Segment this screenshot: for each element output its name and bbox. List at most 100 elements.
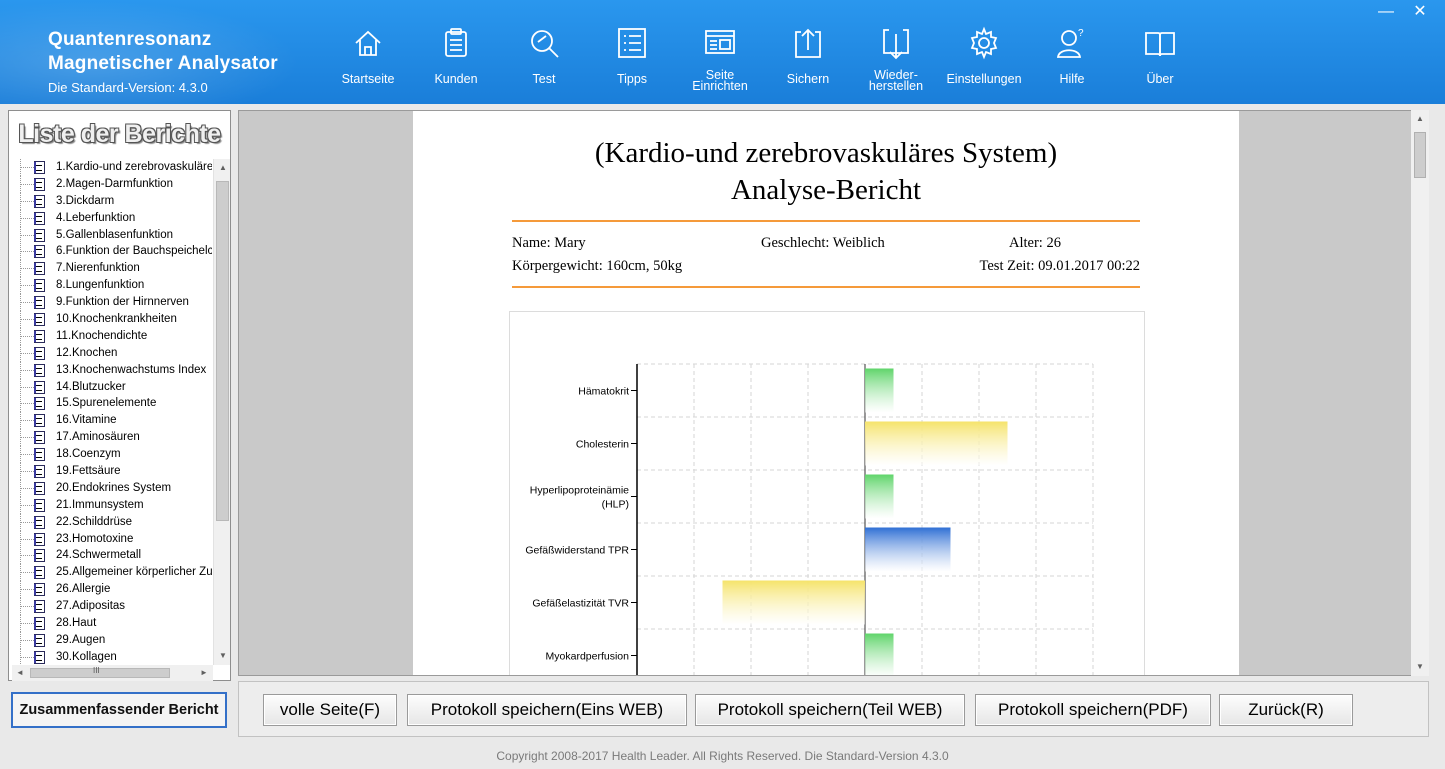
report-list-item[interactable]: 17.Aminosäuren (12, 429, 212, 447)
report-list-item[interactable]: 8.Lungenfunktion (12, 277, 212, 295)
scroll-down-arrow-icon[interactable]: ▼ (1416, 662, 1424, 671)
tree-line (20, 217, 34, 219)
report-list-item[interactable]: 6.Funktion der Bauchspeichelc (12, 243, 212, 261)
book-icon (1145, 32, 1175, 57)
save-pdf-button[interactable]: Protokoll speichern(PDF) (975, 694, 1211, 726)
bar (865, 368, 894, 413)
report-list-item[interactable]: 3.Dickdarm (12, 192, 212, 210)
report-list-item[interactable]: 30.Kollagen (12, 648, 212, 665)
category-label: Cholesterin (576, 439, 629, 451)
category-label: Hämatokrit (578, 386, 629, 398)
report-list-item[interactable]: 15.Spurenelemente (12, 395, 212, 413)
report-list-item[interactable]: 13.Knochenwachstums Index (12, 361, 212, 379)
report-list-item-label: 26.Allergie (56, 583, 111, 596)
nav-label: Seite Einrichten (692, 68, 748, 93)
report-list-item[interactable]: 28.Haut (12, 615, 212, 633)
tree-line (20, 437, 34, 439)
scroll-left-arrow-icon[interactable]: ◄ (16, 668, 24, 677)
tree-line (20, 352, 34, 354)
upload-icon (795, 28, 821, 58)
scroll-down-arrow-icon[interactable]: ▼ (219, 651, 227, 660)
document-icon (34, 346, 45, 360)
document-icon (34, 583, 45, 597)
report-list-item[interactable]: 20.Endokrines System (12, 479, 212, 497)
nav-einstellungen[interactable]: Einstellungen (940, 26, 1028, 100)
page-setup-icon (705, 30, 735, 54)
report-list-item-label: 29.Augen (56, 633, 106, 646)
nav-tipps[interactable]: Tipps (588, 26, 676, 100)
scroll-thumb[interactable]: III (30, 666, 170, 678)
save-part-web-button[interactable]: Protokoll speichern(Teil WEB) (695, 694, 965, 726)
tree-line (20, 386, 34, 388)
tree-line (20, 183, 34, 185)
tree-line (20, 623, 34, 625)
report-page: (Kardio-und zerebrovaskuläres System) An… (413, 111, 1239, 675)
nav-seite-einrichten[interactable]: Seite Einrichten (676, 26, 764, 100)
report-list-item[interactable]: 24.Schwermetall (12, 547, 212, 565)
scroll-up-arrow-icon[interactable]: ▲ (1416, 114, 1424, 123)
nav-label: Hilfe (1059, 72, 1085, 86)
report-list-item[interactable]: 18.Coenzym (12, 446, 212, 464)
report-list-item-label: 13.Knochenwachstums Index (56, 363, 207, 376)
bar (865, 474, 894, 519)
report-list-item[interactable]: 7.Nierenfunktion (12, 260, 212, 278)
report-list-item[interactable]: 14.Blutzucker (12, 378, 212, 396)
app-version: Die Standard-Version: 4.3.0 (48, 80, 208, 95)
category-label: (HLP) (602, 499, 629, 511)
summary-report-button[interactable]: Zusammenfassender Bericht (11, 692, 227, 728)
report-list-item[interactable]: 1.Kardio-und zerebrovaskuläres (12, 159, 212, 176)
report-list-item[interactable]: 25.Allgemeiner körperlicher Zus (12, 564, 212, 582)
nav-startseite[interactable]: Startseite (324, 26, 412, 100)
nav-label: Tipps (616, 72, 648, 86)
test-time: Test Zeit: 09.01.2017 00:22 (979, 258, 1140, 274)
category-label: Gefäßwiderstand TPR (525, 545, 629, 557)
document-icon (34, 279, 45, 293)
back-button[interactable]: Zurück(R) (1219, 694, 1353, 726)
scroll-thumb[interactable] (216, 181, 229, 521)
report-list-item[interactable]: 19.Fettsäure (12, 463, 212, 481)
document-icon (34, 650, 45, 664)
report-list-item[interactable]: 26.Allergie (12, 581, 212, 599)
nav-wiederherstellen[interactable]: Wieder- herstellen (852, 26, 940, 100)
report-vscrollbar[interactable]: ▲ ▼ (1411, 110, 1429, 676)
nav-label: Wieder- herstellen (868, 68, 924, 93)
close-button[interactable]: ✕ (1404, 0, 1436, 26)
divider-bottom (512, 286, 1140, 288)
document-icon (34, 448, 45, 462)
nav-hilfe[interactable]: ? Hilfe (1028, 26, 1116, 100)
bar (865, 527, 951, 572)
nav-sichern[interactable]: Sichern (764, 26, 852, 100)
report-list-vscrollbar[interactable]: ▲ ▼ (213, 159, 230, 665)
report-list-item[interactable]: 2.Magen-Darmfunktion (12, 175, 212, 193)
report-list-item[interactable]: 9.Funktion der Hirnnerven (12, 294, 212, 312)
scroll-right-arrow-icon[interactable]: ► (200, 668, 208, 677)
report-title: (Kardio-und zerebrovaskuläres System) An… (413, 135, 1239, 209)
report-toolbar: volle Seite(F) Protokoll speichern(Eins … (238, 681, 1429, 737)
nav-test[interactable]: Test (500, 26, 588, 100)
save-one-web-button[interactable]: Protokoll speichern(Eins WEB) (407, 694, 687, 726)
report-list-item-label: 21.Immunsystem (56, 498, 144, 511)
nav-kunden[interactable]: Kunden (412, 26, 500, 100)
nav-ueber[interactable]: Über (1116, 26, 1204, 100)
full-page-button[interactable]: volle Seite(F) (263, 694, 397, 726)
report-list-item[interactable]: 23.Homotoxine (12, 530, 212, 548)
nav-label: Einstellungen (946, 72, 1022, 86)
report-list-item-label: 7.Nierenfunktion (56, 262, 140, 275)
report-list-item-label: 6.Funktion der Bauchspeichelc (56, 245, 212, 258)
scroll-thumb[interactable] (1414, 132, 1426, 178)
report-list-item[interactable]: 10.Knochenkrankheiten (12, 311, 212, 329)
report-list-item[interactable]: 27.Adipositas (12, 598, 212, 616)
report-list-item[interactable]: 11.Knochendichte (12, 327, 212, 345)
report-list-item[interactable]: 5.Gallenblasenfunktion (12, 226, 212, 244)
report-list-item[interactable]: 12.Knochen (12, 344, 212, 362)
report-list-item[interactable]: 22.Schilddrüse (12, 513, 212, 531)
report-list-item[interactable]: 21.Immunsystem (12, 496, 212, 514)
report-list-hscrollbar[interactable]: ◄ III ► (12, 665, 213, 681)
report-list-item[interactable]: 29.Augen (12, 631, 212, 649)
report-list-item[interactable]: 4.Leberfunktion (12, 209, 212, 227)
scroll-up-arrow-icon[interactable]: ▲ (219, 163, 227, 172)
report-list-item[interactable]: 16.Vitamine (12, 412, 212, 430)
minimize-button[interactable]: — (1370, 0, 1402, 26)
document-icon (34, 194, 45, 208)
bar (865, 421, 1008, 466)
